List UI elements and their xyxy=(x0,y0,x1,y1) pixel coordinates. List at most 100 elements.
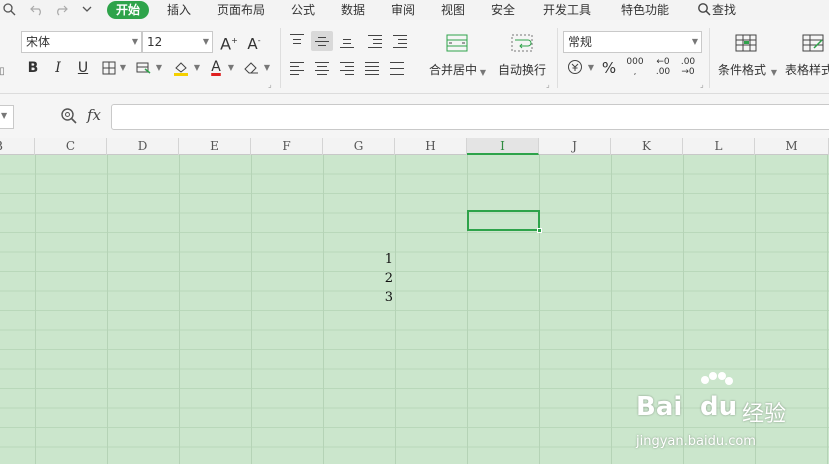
font-name-combo[interactable]: 宋体 ▼ xyxy=(21,31,142,53)
number-format-value: 常规 xyxy=(568,35,593,49)
tab-home[interactable]: 开始 xyxy=(107,1,150,19)
italic-icon[interactable]: I xyxy=(50,58,66,78)
tab-insert[interactable]: 插入 xyxy=(167,1,191,19)
font-size-value: 12 xyxy=(147,35,163,49)
watermark-brand-2: du xyxy=(700,392,738,422)
font-name-value: 宋体 xyxy=(26,35,51,49)
decrease-decimal-label: .00 xyxy=(680,57,696,67)
align-center-icon[interactable] xyxy=(311,58,333,78)
zoom-formula-icon[interactable] xyxy=(60,107,78,125)
merge-center-label[interactable]: 合并居中 xyxy=(429,61,477,78)
cell-g7[interactable]: 2 xyxy=(363,271,393,286)
column-header-c[interactable]: C xyxy=(35,138,107,155)
tab-view[interactable]: 视图 xyxy=(441,1,465,19)
currency-icon[interactable] xyxy=(566,57,584,77)
clear-format-icon[interactable] xyxy=(243,58,261,78)
currency-dropdown-icon[interactable]: ▼ xyxy=(587,58,595,78)
tab-security[interactable]: 安全 xyxy=(491,1,515,19)
font-color-dropdown-icon[interactable]: ▼ xyxy=(227,58,235,78)
conditional-format-dropdown-icon[interactable]: ▼ xyxy=(770,63,778,83)
merge-center-icon[interactable] xyxy=(445,34,469,54)
tab-data[interactable]: 数据 xyxy=(341,1,365,19)
print-preview-icon[interactable] xyxy=(2,2,16,16)
column-header-b[interactable]: B xyxy=(0,138,35,155)
align-right-icon[interactable] xyxy=(336,58,358,78)
font-size-combo[interactable]: 12 ▼ xyxy=(142,31,213,53)
insert-function-button[interactable]: fx xyxy=(87,106,101,124)
column-header-i[interactable]: I xyxy=(467,138,539,155)
conditional-format-label[interactable]: 条件格式 xyxy=(718,61,766,78)
tab-special-features[interactable]: 特色功能 xyxy=(621,1,669,19)
borders-dropdown-icon[interactable]: ▼ xyxy=(119,58,127,78)
increase-font-size-icon[interactable]: A+ xyxy=(219,31,239,53)
decrease-indent-icon[interactable] xyxy=(364,31,386,51)
cell-g6[interactable]: 1 xyxy=(363,252,393,267)
borders-icon[interactable] xyxy=(101,58,117,78)
name-box[interactable]: ▼ xyxy=(0,105,14,129)
selected-cell[interactable] xyxy=(467,210,542,233)
font-dialog-launcher-icon[interactable]: ⌟ xyxy=(268,80,272,89)
alignment-dialog-launcher-icon[interactable]: ⌟ xyxy=(546,80,550,89)
distributed-align-icon[interactable] xyxy=(386,58,408,78)
justify-icon[interactable] xyxy=(361,58,383,78)
merge-center-dropdown-icon[interactable]: ▼ xyxy=(479,63,487,83)
align-middle-icon[interactable] xyxy=(311,31,333,51)
fill-color-icon[interactable] xyxy=(171,58,191,78)
search-label[interactable]: 查找 xyxy=(712,1,736,19)
customize-toolbar-icon[interactable] xyxy=(80,2,94,16)
column-header-m[interactable]: M xyxy=(755,138,829,155)
align-top-icon[interactable] xyxy=(286,31,308,51)
undo-icon[interactable] xyxy=(30,2,44,16)
cell-style-icon[interactable] xyxy=(135,58,153,78)
arrow-right-zero-icon: →0 xyxy=(681,67,695,77)
formula-bar: ▼ fx xyxy=(0,94,829,138)
column-header-d[interactable]: D xyxy=(107,138,179,155)
comma-icon: , xyxy=(633,67,637,76)
baidu-jingyan-watermark: Bai du 经验 jingyan.baidu.com xyxy=(634,372,824,458)
wrap-text-label[interactable]: 自动换行 xyxy=(498,61,546,78)
column-header-l[interactable]: L xyxy=(683,138,755,155)
conditional-format-icon[interactable] xyxy=(734,34,758,54)
clear-format-dropdown-icon[interactable]: ▼ xyxy=(263,58,271,78)
tab-developer[interactable]: 开发工具 xyxy=(543,1,591,19)
number-dialog-launcher-icon[interactable]: ⌟ xyxy=(700,80,704,89)
thousands-separator-button[interactable]: 000, xyxy=(625,57,645,77)
decrease-font-size-icon[interactable]: A- xyxy=(244,31,264,53)
chevron-down-icon: ▼ xyxy=(691,37,698,46)
column-header-f[interactable]: F xyxy=(251,138,323,155)
thousands-label: 000 xyxy=(626,57,644,67)
cell-style-dropdown-icon[interactable]: ▼ xyxy=(155,58,163,78)
fill-color-dropdown-icon[interactable]: ▼ xyxy=(193,58,201,78)
align-bottom-icon[interactable] xyxy=(336,31,358,51)
formula-input[interactable] xyxy=(111,104,829,130)
font-color-icon[interactable]: A xyxy=(208,57,224,77)
bold-icon[interactable]: B xyxy=(25,58,41,78)
clipboard-tail-icon[interactable]: ▯ xyxy=(0,62,6,82)
increase-decimal-label: .00 xyxy=(655,67,671,77)
column-header-k[interactable]: K xyxy=(611,138,683,155)
menu-bar: 开始 插入 页面布局 公式 数据 审阅 视图 安全 开发工具 特色功能 查找 xyxy=(0,0,829,20)
table-style-icon[interactable] xyxy=(801,34,825,54)
redo-icon[interactable] xyxy=(54,2,68,16)
tab-formulas[interactable]: 公式 xyxy=(291,1,315,19)
tab-page-layout[interactable]: 页面布局 xyxy=(217,1,265,19)
column-header-j[interactable]: J xyxy=(539,138,611,155)
search-icon[interactable] xyxy=(697,2,711,16)
wrap-text-icon[interactable] xyxy=(510,34,534,54)
fill-handle[interactable] xyxy=(537,228,542,233)
cell-g8[interactable]: 3 xyxy=(363,290,393,305)
tab-review[interactable]: 审阅 xyxy=(391,1,415,19)
underline-icon[interactable]: U xyxy=(75,58,91,78)
chevron-down-icon: ▼ xyxy=(202,37,209,46)
increase-indent-icon[interactable] xyxy=(389,31,411,51)
increase-decimal-button[interactable]: ←0.00 xyxy=(653,57,673,77)
decrease-decimal-button[interactable]: .00 →0 xyxy=(678,57,698,77)
percent-button[interactable]: % xyxy=(601,58,617,78)
ribbon-separator xyxy=(709,28,710,88)
column-header-e[interactable]: E xyxy=(179,138,251,155)
number-format-combo[interactable]: 常规 ▼ xyxy=(563,31,702,53)
table-style-label[interactable]: 表格样式 xyxy=(785,61,829,78)
column-header-h[interactable]: H xyxy=(395,138,467,155)
column-header-g[interactable]: G xyxy=(323,138,395,155)
align-left-icon[interactable] xyxy=(286,58,308,78)
